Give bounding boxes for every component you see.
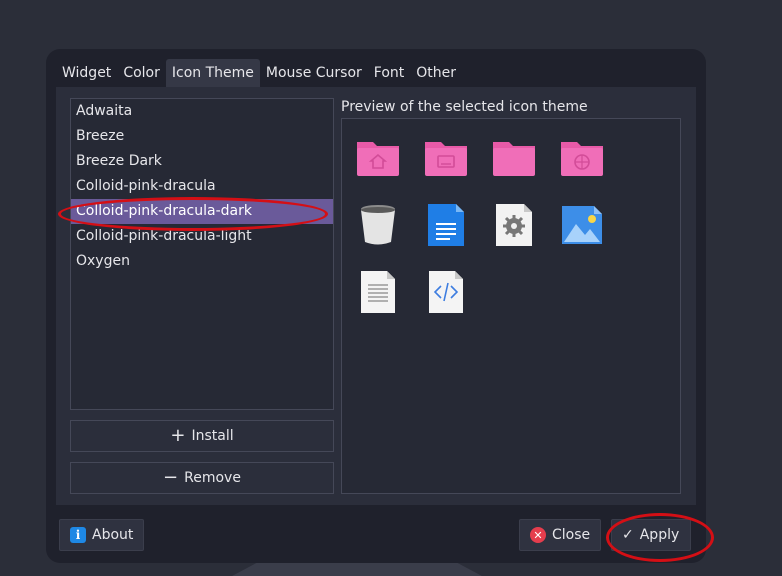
trash-icon [361,205,395,245]
apply-button[interactable]: ✓ Apply [611,519,691,551]
list-item[interactable]: Adwaita [71,99,333,124]
tab-other[interactable]: Other [410,59,462,87]
list-item[interactable]: Colloid-pink-dracula-light [71,224,333,249]
settings-window: Widget Color Icon Theme Mouse Cursor Fon… [46,49,706,563]
about-label: About [92,527,134,543]
remove-button[interactable]: − Remove [70,462,334,494]
tab-widget[interactable]: Widget [56,59,117,87]
image-file-icon [562,206,602,244]
settings-file-icon [496,204,532,246]
folder-desktop-icon [425,142,467,176]
tab-color[interactable]: Color [117,59,166,87]
close-button[interactable]: ✕ Close [519,519,602,551]
check-icon: ✓ [622,527,634,543]
icon-preview-area [341,118,681,494]
plain-text-file-icon [361,271,395,313]
code-file-icon [429,271,463,313]
list-item[interactable]: Breeze [71,124,333,149]
install-label: Install [191,428,234,444]
preview-label: Preview of the selected icon theme [341,99,588,115]
minus-icon: − [163,467,179,488]
icon-theme-pane: Adwaita Breeze Breeze Dark Colloid-pink-… [56,87,696,505]
close-icon: ✕ [530,527,546,543]
list-item[interactable]: Breeze Dark [71,149,333,174]
tab-icon-theme[interactable]: Icon Theme [165,59,260,87]
about-button[interactable]: i About [59,519,145,551]
plus-icon: + [170,425,186,446]
tab-font[interactable]: Font [368,59,410,87]
list-item[interactable]: Oxygen [71,249,333,274]
list-item-selected[interactable]: Colloid-pink-dracula-dark [71,199,333,224]
tab-mouse-cursor[interactable]: Mouse Cursor [260,59,368,87]
info-icon: i [70,527,86,543]
folder-home-icon [357,142,399,176]
folder-network-icon [561,142,603,176]
folder-icon [493,142,535,176]
text-document-icon [428,204,464,246]
install-button[interactable]: + Install [70,420,334,452]
close-label: Close [552,527,591,543]
apply-label: Apply [639,527,680,543]
remove-label: Remove [184,470,241,486]
tab-bar: Widget Color Icon Theme Mouse Cursor Fon… [56,59,462,87]
list-item[interactable]: Colloid-pink-dracula [71,174,333,199]
icon-theme-list[interactable]: Adwaita Breeze Breeze Dark Colloid-pink-… [70,98,334,410]
